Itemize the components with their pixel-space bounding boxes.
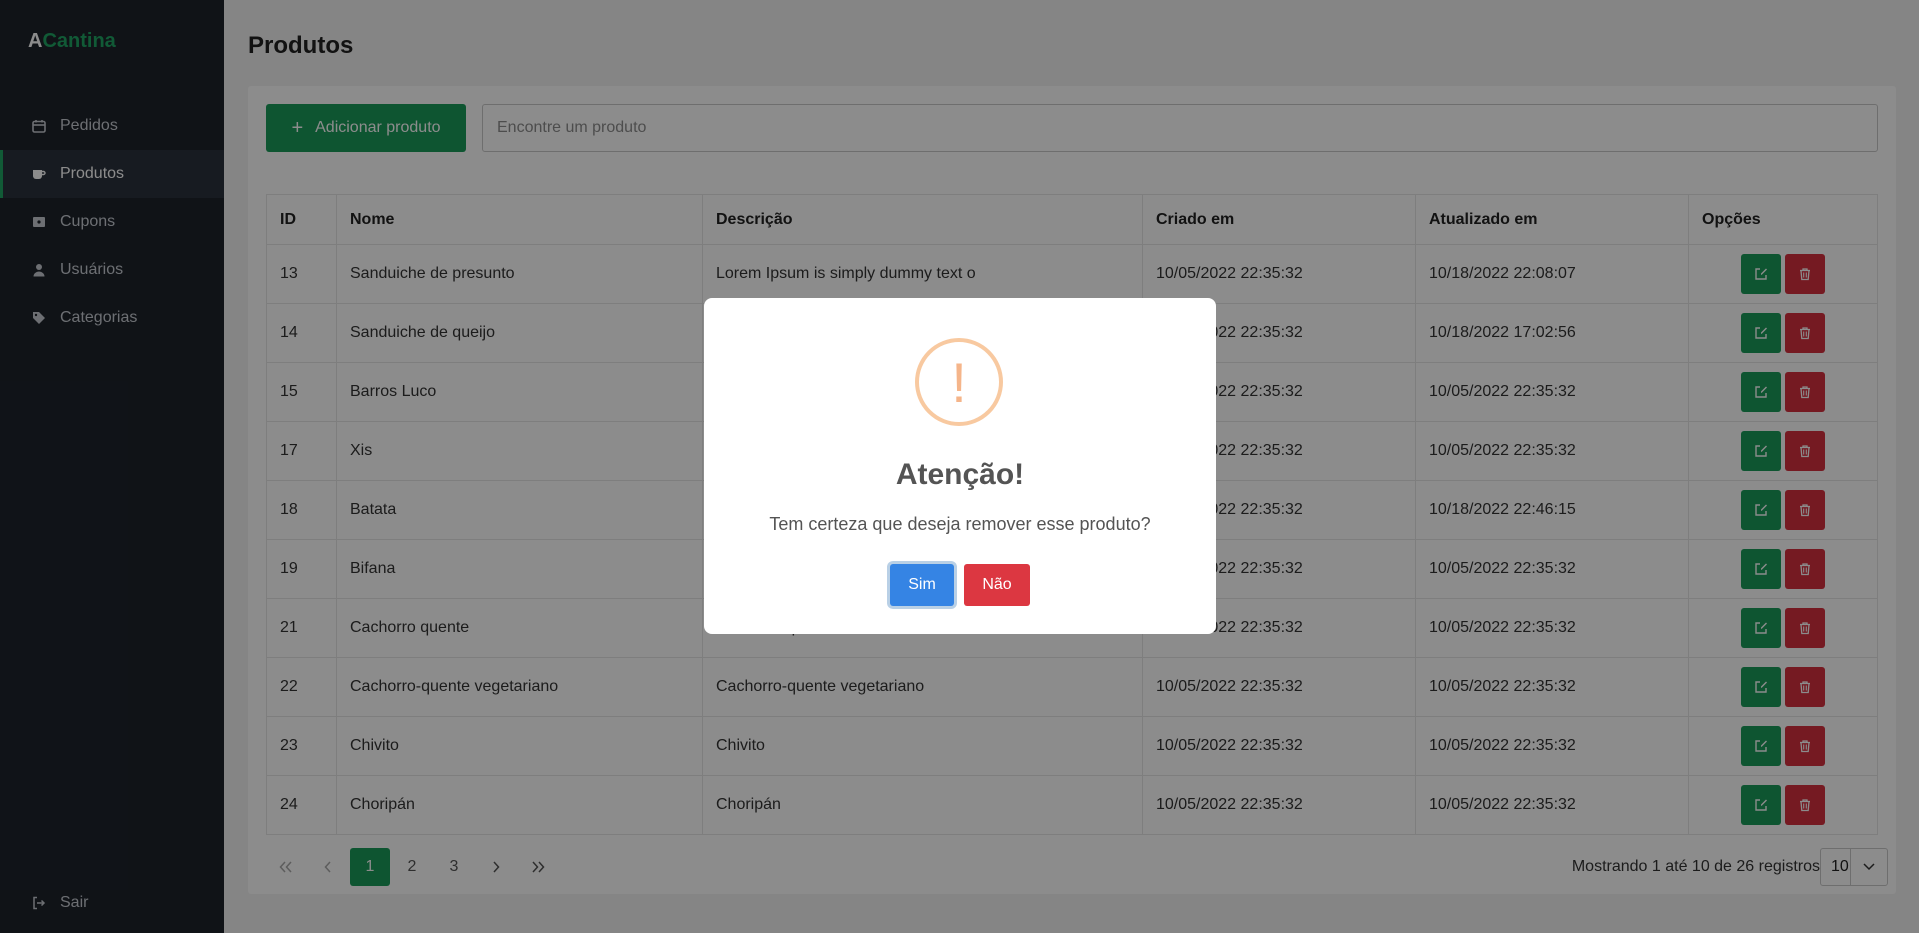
warning-icon: !	[915, 338, 1003, 426]
dialog-title: Atenção!	[895, 458, 1025, 491]
confirm-no-button[interactable]: Não	[964, 564, 1030, 606]
confirm-yes-button[interactable]: Sim	[890, 564, 954, 606]
dialog-actions: Sim Não	[704, 564, 1216, 606]
dialog-message: Tem certeza que deseja remover esse prod…	[769, 514, 1151, 534]
confirm-delete-dialog: ! Atenção! Tem certeza que deseja remove…	[704, 298, 1216, 634]
